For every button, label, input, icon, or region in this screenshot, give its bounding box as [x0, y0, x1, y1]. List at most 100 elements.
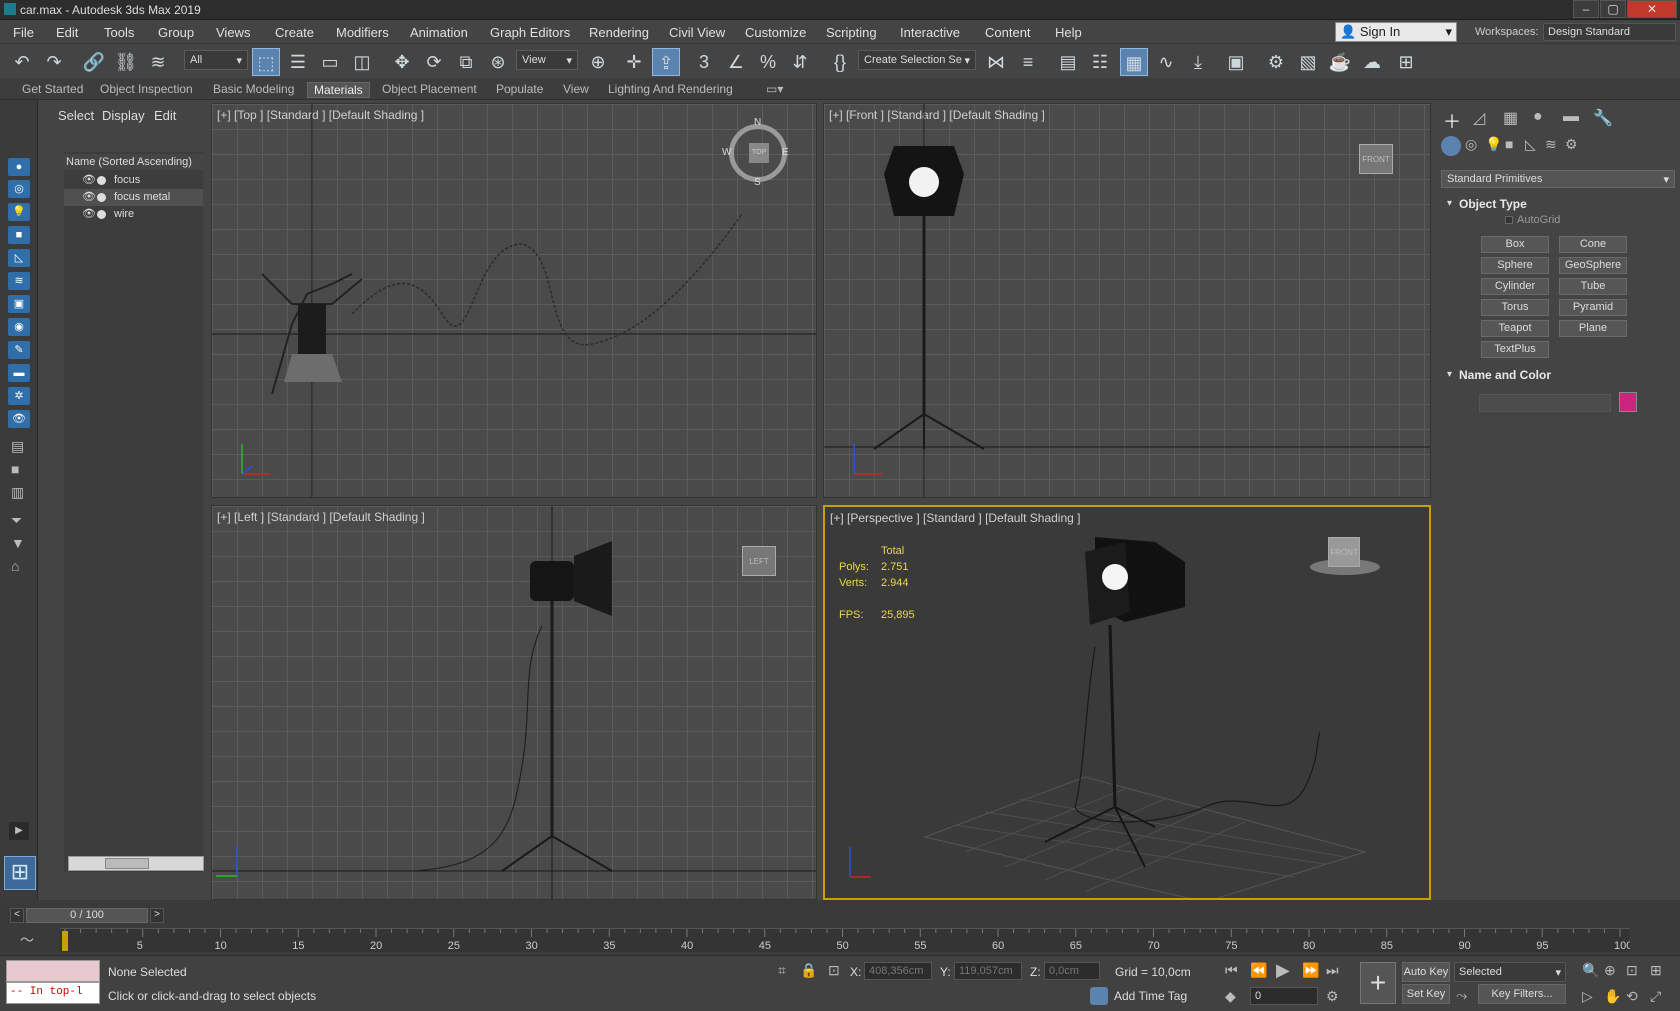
menu-scripting[interactable]: Scripting [826, 25, 877, 40]
key-set-dropdown[interactable]: Selected ▾ [1454, 962, 1566, 982]
render-production-icon[interactable]: ☕ [1326, 48, 1354, 76]
ribbon-tab-get-started[interactable]: Get Started [22, 82, 83, 96]
select-manipulate-icon[interactable]: ✛ [620, 48, 648, 76]
maxscript-input[interactable]: -- In top-l [6, 982, 100, 1004]
menu-tools[interactable]: Tools [104, 25, 134, 40]
display-space-warps-icon[interactable]: ≋ [8, 272, 30, 290]
viewport-perspective[interactable]: [+] [Perspective ] [Standard ] [Default … [823, 505, 1431, 900]
lights-category-icon[interactable]: 💡 [1485, 136, 1502, 153]
geosphere-button[interactable]: GeoSphere [1559, 257, 1627, 274]
display-xrefs-icon[interactable]: ◉ [8, 318, 30, 336]
zoom-extents-all-icon[interactable]: ⊞ [1650, 962, 1662, 979]
next-key-icon[interactable]: ⏩ [1302, 962, 1319, 979]
tube-button[interactable]: Tube [1559, 278, 1627, 295]
align-icon[interactable]: ≡ [1014, 48, 1042, 76]
schematic-view-icon[interactable]: ⤓ [1184, 48, 1212, 76]
menu-file[interactable]: File [13, 25, 34, 40]
curve-editor-icon[interactable]: ∿ [1152, 48, 1180, 76]
utilities-tab-icon[interactable]: 🔧 [1593, 108, 1613, 128]
collapse-icon[interactable]: ▾ [1447, 369, 1452, 380]
select-by-name-icon[interactable]: ☰ [284, 48, 312, 76]
textplus-button[interactable]: TextPlus [1481, 341, 1549, 358]
angle-snap-icon[interactable]: ∠ [722, 48, 750, 76]
maximize-button[interactable]: ▢ [1600, 0, 1626, 18]
viewcube-face[interactable]: FRONT [1328, 537, 1360, 567]
sphere-button[interactable]: Sphere [1481, 257, 1549, 274]
window-crossing-icon[interactable]: ◫ [348, 48, 376, 76]
key-filters-button[interactable]: Key Filters... [1478, 984, 1566, 1004]
select-object-icon[interactable]: ⬚ [252, 48, 280, 76]
menu-modifiers[interactable]: Modifiers [336, 25, 389, 40]
x-coord-field[interactable]: 408,356cm [864, 962, 932, 980]
ribbon-tab-object-inspection[interactable]: Object Inspection [100, 82, 193, 96]
reference-coordinate-dropdown[interactable]: View ▾ [516, 50, 578, 70]
column-header[interactable]: Name (Sorted Ascending) [64, 154, 203, 170]
eye-icon[interactable]: 👁 [82, 207, 96, 220]
link-icon[interactable]: 🔗 [80, 48, 108, 76]
add-time-tag[interactable]: Add Time Tag [1114, 989, 1187, 1003]
menu-animation[interactable]: Animation [410, 25, 468, 40]
placement-icon[interactable]: ⊛ [484, 48, 512, 76]
viewport-top[interactable]: [+] [Top ] [Standard ] [Default Shading … [211, 103, 817, 498]
maxscript-listener[interactable] [6, 960, 100, 982]
menu-rendering[interactable]: Rendering [589, 25, 649, 40]
scrollbar-thumb[interactable] [105, 858, 149, 869]
display-all-icon[interactable]: ▤ [11, 438, 24, 455]
create-tab-icon[interactable]: ＋ [1443, 108, 1461, 134]
display-geometry-icon[interactable]: ● [8, 158, 30, 176]
percent-snap-icon[interactable]: % [754, 48, 782, 76]
menu-help[interactable]: Help [1055, 25, 1082, 40]
named-selection-dropdown[interactable]: Create Selection Se ▾ [858, 50, 976, 70]
systems-category-icon[interactable]: ⚙ [1565, 136, 1578, 153]
menu-content[interactable]: Content [985, 25, 1031, 40]
shapes-category-icon[interactable]: ◎ [1465, 136, 1477, 153]
go-to-start-icon[interactable]: ⏮ [1225, 962, 1238, 979]
named-selection-icon[interactable]: {} [826, 48, 854, 76]
torus-button[interactable]: Torus [1481, 299, 1549, 316]
rectangular-selection-icon[interactable]: ▭ [316, 48, 344, 76]
object-color-swatch[interactable] [1619, 392, 1637, 412]
display-cameras-icon[interactable]: ■ [8, 226, 30, 244]
maximize-viewport-icon[interactable]: ⤢ [1650, 988, 1661, 1005]
bind-space-warp-icon[interactable]: ≋ [144, 48, 172, 76]
workspace-dropdown[interactable]: Design Standard [1543, 23, 1676, 41]
selection-filter-dropdown[interactable]: All ▾ [184, 50, 248, 70]
spinner-snap-icon[interactable]: ⇵ [786, 48, 814, 76]
ribbon-tab-view[interactable]: View [563, 82, 589, 96]
rendered-frame-icon[interactable]: ▧ [1294, 48, 1322, 76]
display-visibility-icon[interactable]: 👁 [8, 410, 30, 428]
primitive-type-dropdown[interactable]: Standard Primitives ▾ [1441, 170, 1675, 188]
field-of-view-icon[interactable]: ▷ [1582, 988, 1593, 1005]
close-button[interactable]: ✕ [1627, 0, 1677, 18]
modify-tab-icon[interactable]: ◿ [1473, 108, 1485, 128]
plane-button[interactable]: Plane [1559, 320, 1627, 337]
absolute-mode-icon[interactable]: ⊡ [828, 962, 840, 979]
set-key-big-button[interactable]: + [1360, 962, 1396, 1004]
display-containers-icon[interactable]: ▬ [8, 364, 30, 382]
helpers-category-icon[interactable]: ◺ [1525, 136, 1536, 153]
material-editor-icon[interactable]: ▣ [1222, 48, 1250, 76]
viewcube-top-face[interactable]: TOP [749, 143, 769, 163]
cylinder-button[interactable]: Cylinder [1481, 278, 1549, 295]
zoom-all-icon[interactable]: ⊕ [1604, 962, 1616, 979]
ribbon-tab-lighting-and-rendering[interactable]: Lighting And Rendering [608, 82, 733, 96]
go-to-end-icon[interactable]: ⏭ [1326, 962, 1339, 979]
display-particles-icon[interactable]: ✲ [8, 387, 30, 405]
expand-icon[interactable]: ▶ [9, 822, 29, 840]
lock-icon[interactable]: ⌂ [11, 558, 19, 574]
a360-gallery-icon[interactable]: ⊞ [1392, 48, 1420, 76]
display-shapes-icon[interactable]: ◎ [8, 180, 30, 198]
set-key-button[interactable]: Set Key [1402, 984, 1450, 1004]
curve-editor-mini-icon[interactable]: 〜 [20, 930, 34, 950]
undo-icon[interactable]: ↶ [8, 48, 36, 76]
time-slider[interactable]: 0 / 100 [26, 908, 148, 923]
render-setup-icon[interactable]: ⚙ [1262, 48, 1290, 76]
menu-group[interactable]: Group [158, 25, 194, 40]
hierarchy-tab-icon[interactable]: ▦ [1503, 108, 1518, 128]
time-configuration-icon[interactable]: ⚙ [1326, 988, 1339, 1005]
cone-button[interactable]: Cone [1559, 236, 1627, 253]
list-item[interactable]: 👁 wire [64, 206, 203, 223]
minimize-button[interactable]: – [1573, 0, 1599, 18]
display-groups-icon[interactable]: ▣ [8, 295, 30, 313]
viewport-left[interactable]: [+] [Left ] [Standard ] [Default Shading… [211, 505, 817, 900]
